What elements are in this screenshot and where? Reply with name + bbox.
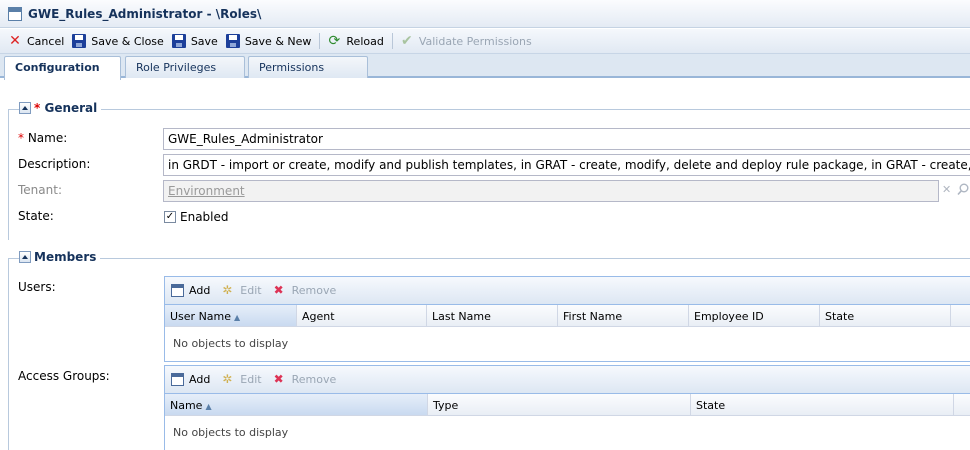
members-legend: Members: [19, 250, 101, 264]
add-icon: [171, 373, 184, 386]
users-label: Users:: [18, 280, 56, 294]
add-group-button[interactable]: Add: [171, 373, 210, 386]
collapse-members-button[interactable]: [19, 251, 31, 263]
edit-label: Edit: [240, 284, 262, 297]
add-icon: [171, 284, 184, 297]
column-last-name[interactable]: Last Name: [427, 305, 558, 326]
access-groups-grid: Add ✲ Edit ✖ Remove Name ▲ Type State No …: [164, 365, 970, 450]
remove-label: Remove: [291, 373, 337, 386]
save-new-button[interactable]: Save & New: [225, 34, 312, 48]
x-icon: ✕: [9, 33, 21, 49]
validate-permissions-button[interactable]: ✔ Validate Permissions: [400, 34, 532, 48]
name-label-text: Name:: [27, 131, 68, 145]
remove-group-button[interactable]: ✖ Remove: [273, 372, 337, 387]
enabled-label: Enabled: [180, 210, 229, 224]
remove-icon: ✖: [273, 372, 284, 386]
column-first-name[interactable]: First Name: [558, 305, 689, 326]
add-user-button[interactable]: Add: [171, 284, 210, 297]
edit-label: Edit: [240, 373, 262, 386]
remove-label: Remove: [291, 284, 337, 297]
collapse-general-button[interactable]: [19, 102, 31, 114]
floppy-disk-icon: [171, 34, 186, 48]
tab-permissions[interactable]: Permissions: [248, 56, 368, 78]
general-legend: * General: [19, 101, 102, 115]
column-state[interactable]: State: [820, 305, 951, 326]
toolbar-separator: [319, 33, 321, 49]
remove-icon: ✖: [273, 283, 284, 297]
gear-icon: ✲: [222, 372, 233, 386]
save-close-button[interactable]: Save & Close: [72, 34, 164, 48]
column-label: Name: [170, 399, 203, 412]
window-titlebar: GWE_Rules_Administrator - \Roles\: [0, 0, 970, 28]
members-title: Members: [34, 250, 97, 264]
window-icon: [8, 6, 22, 21]
gear-icon: ✲: [222, 283, 233, 297]
floppy-disk-icon: [72, 34, 87, 48]
search-icon: [957, 183, 969, 196]
users-grid-toolbar: Add ✲ Edit ✖ Remove: [165, 277, 970, 305]
general-title: General: [44, 101, 98, 115]
validate-label: Validate Permissions: [418, 34, 532, 48]
users-empty-message: No objects to display: [173, 337, 289, 350]
save-new-label: Save & New: [244, 34, 312, 48]
add-label: Add: [189, 284, 211, 297]
groups-empty-message: No objects to display: [173, 426, 289, 439]
groups-grid-header: Name ▲ Type State: [165, 394, 970, 416]
name-field[interactable]: GWE_Rules_Administrator: [163, 128, 970, 150]
sort-asc-icon: ▲: [234, 313, 241, 322]
edit-group-button[interactable]: ✲ Edit: [222, 372, 262, 387]
window-title: GWE_Rules_Administrator - \Roles\: [28, 6, 262, 21]
tenant-field: Environment: [163, 180, 939, 202]
column-user-name[interactable]: User Name ▲: [165, 305, 297, 326]
tab-role-privileges[interactable]: Role Privileges: [125, 56, 245, 78]
reload-label: Reload: [346, 34, 384, 48]
tenant-value: Environment: [168, 184, 245, 198]
sort-asc-icon: ▲: [205, 402, 212, 411]
cancel-button[interactable]: ✕ Cancel: [8, 34, 64, 48]
save-close-label: Save & Close: [91, 34, 164, 48]
tab-configuration[interactable]: Configuration: [4, 56, 121, 80]
required-mark: *: [34, 101, 41, 115]
save-button[interactable]: Save: [171, 34, 218, 48]
tab-strip: Configuration Role Privileges Permission…: [0, 54, 970, 80]
edit-user-button[interactable]: ✲ Edit: [222, 283, 262, 298]
required-mark: *: [18, 131, 24, 145]
access-groups-label: Access Groups:: [18, 369, 110, 383]
column-employee-id[interactable]: Employee ID: [689, 305, 820, 326]
description-field[interactable]: in GRDT - import or create, modify and p…: [163, 154, 970, 176]
name-label: * Name:: [18, 131, 67, 145]
column-group-state[interactable]: State: [691, 394, 954, 415]
column-label: User Name: [170, 310, 232, 323]
users-grid-header: User Name ▲ Agent Last Name First Name Em…: [165, 305, 970, 327]
save-label: Save: [190, 34, 218, 48]
main-toolbar: ✕ Cancel Save & Close Save Save & New ⟳ …: [0, 29, 970, 54]
add-label: Add: [189, 373, 211, 386]
floppy-disk-icon: [225, 34, 240, 48]
column-name[interactable]: Name ▲: [165, 394, 428, 415]
state-label: State:: [18, 209, 54, 223]
users-grid: Add ✲ Edit ✖ Remove User Name ▲ Agent Las…: [164, 276, 970, 362]
column-agent[interactable]: Agent: [297, 305, 427, 326]
groups-grid-toolbar: Add ✲ Edit ✖ Remove: [165, 366, 970, 394]
toolbar-separator: [391, 33, 393, 49]
column-type[interactable]: Type: [428, 394, 691, 415]
reload-button[interactable]: ⟳ Reload: [327, 33, 384, 49]
clear-icon: ✕: [942, 183, 952, 196]
description-label: Description:: [18, 157, 91, 171]
check-circle-icon: ✔: [400, 33, 413, 49]
enabled-checkbox[interactable]: ✓: [164, 211, 176, 223]
tenant-label: Tenant:: [18, 183, 62, 197]
reload-icon: ⟳: [328, 33, 341, 49]
cancel-label: Cancel: [27, 34, 65, 48]
remove-user-button[interactable]: ✖ Remove: [273, 283, 337, 298]
